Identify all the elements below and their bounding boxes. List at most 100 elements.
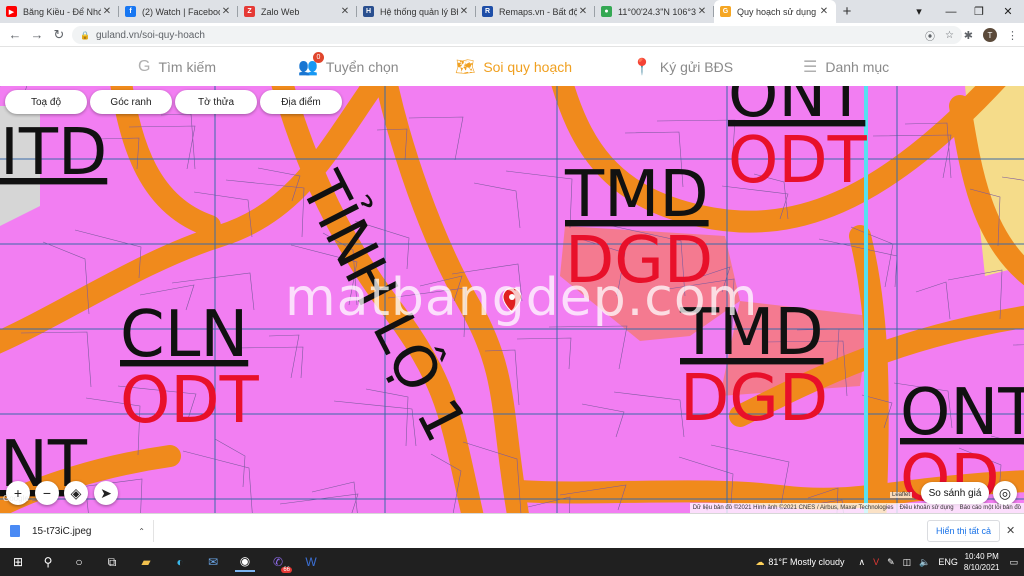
viber-badge: 66 [281, 567, 292, 573]
profile-avatar[interactable]: T [983, 28, 997, 42]
zone-code-label: ONT [900, 376, 1024, 450]
tab-list: ▶Băng Kiều - Để Nhớ M✕f(2) Watch | Faceb… [0, 0, 836, 23]
network-icon[interactable]: ◫ [903, 557, 912, 568]
download-filename: 15-t73iC.jpeg [32, 525, 92, 537]
viber-icon[interactable]: ✆ 66 [268, 552, 292, 573]
nav-item-label: Ký gửi BĐS [659, 59, 734, 75]
edge-icon[interactable]: ◐ [170, 552, 190, 572]
back-icon[interactable]: ← [4, 24, 26, 46]
language-indicator[interactable]: ENG [938, 557, 958, 567]
close-download-bar-icon[interactable]: ✕ [1006, 524, 1015, 537]
layers-icon[interactable]: ◈ [64, 481, 88, 505]
tab-title: Hệ thống quản lý BĐS [380, 6, 458, 17]
zoom-out-button[interactable]: − [35, 481, 59, 505]
nav-item-map-search[interactable]: 🗺 Soi quy hoạch [455, 48, 572, 86]
menu-icon: ☰ [803, 59, 818, 76]
tab-favicon-icon: R [482, 6, 493, 17]
minimize-icon[interactable]: — [937, 0, 965, 23]
word-icon[interactable]: W [301, 552, 321, 572]
selection-count-badge: 0 [312, 52, 324, 63]
task-view-icon[interactable]: ⧉ [102, 552, 122, 572]
download-item[interactable]: 15-t73iC.jpeg ⌃ [10, 520, 154, 542]
close-tab-icon[interactable]: ✕ [818, 6, 830, 17]
nav-item-map-pin-plus[interactable]: 📍 Ký gửi BĐS [632, 48, 733, 86]
extensions-icon[interactable]: ✱ [964, 29, 973, 42]
close-tab-icon[interactable]: ✕ [577, 6, 589, 17]
nav-item-search-logo[interactable]: G Tìm kiếm [138, 48, 216, 86]
vivaldi-tray-icon[interactable]: V [873, 557, 879, 567]
tab-favicon-icon: Z [244, 6, 255, 17]
volume-icon[interactable]: 🔈 [919, 557, 930, 568]
weather-text[interactable]: 81°F Mostly cloudy [768, 557, 844, 567]
close-tab-icon[interactable]: ✕ [696, 6, 708, 17]
browser-tab[interactable]: R Remaps.vn - Bất động✕ [476, 0, 595, 23]
planning-map[interactable]: ITD ONT ODT TMD DGD TMD DGD CLN ODT ONT OD NT TỈNH L… [0, 86, 1024, 513]
close-tab-icon[interactable]: ✕ [458, 6, 470, 17]
tab-search-icon[interactable]: ▾ [905, 0, 933, 23]
address-bar[interactable]: 🔒 guland.vn/soi-quy-hoach ⦿ ☆ [72, 26, 962, 44]
clock-time: 10:40 PM [964, 552, 999, 561]
map-filter-chip[interactable]: Tờ thửa [175, 90, 257, 114]
nav-item-label: Danh mục [825, 59, 890, 75]
restore-icon[interactable]: ❐ [965, 0, 993, 23]
leaflet-credit[interactable]: Leaflet [890, 492, 913, 498]
users-icon: 👥 0 [298, 52, 324, 77]
forward-icon[interactable]: → [26, 24, 48, 46]
browser-menu-icon[interactable]: ⋮ [1007, 29, 1018, 42]
close-tab-icon[interactable]: ✕ [339, 6, 351, 17]
chrome-icon[interactable]: ◉ [235, 552, 255, 572]
zone-code-label: ODT [728, 124, 868, 198]
reload-icon[interactable]: ↻ [48, 24, 70, 46]
location-icon[interactable]: ⦿ [925, 28, 935, 43]
file-explorer-icon[interactable]: ▰ [136, 552, 156, 572]
close-window-icon[interactable]: ✕ [994, 0, 1022, 23]
tab-title: 11°00'24.3"N 106°31' [618, 6, 696, 17]
terms-link[interactable]: Điều khoản sử dụng [900, 505, 954, 511]
browser-tab[interactable]: ● 11°00'24.3"N 106°31' ✕ [595, 0, 714, 23]
report-link[interactable]: Báo cáo một lỗi bản đồ [960, 505, 1021, 511]
map-pin-plus-icon: 📍 [632, 59, 652, 76]
windows-start-icon[interactable]: ⊞ [8, 552, 28, 572]
chevron-up-icon[interactable]: ⌃ [138, 527, 145, 536]
locate-me-icon[interactable]: ◎ [993, 481, 1017, 505]
url-text: guland.vn/soi-quy-hoach [95, 29, 205, 41]
address-row: ← → ↻ 🔒 guland.vn/soi-quy-hoach ⦿ ☆ ✱ T … [0, 23, 1024, 47]
browser-tab[interactable]: G Quy hoạch sử dụng đ ✕ [714, 0, 836, 23]
search-icon[interactable]: ⚲ [38, 552, 58, 572]
nav-item-menu[interactable]: ☰ Danh mục [803, 48, 889, 86]
tab-title: Quy hoạch sử dụng đ [737, 6, 818, 17]
bookmark-star-icon[interactable]: ☆ [945, 30, 954, 41]
map-filter-chip[interactable]: Toạ độ [5, 90, 87, 114]
map-filter-chip[interactable]: Góc ranh [90, 90, 172, 114]
close-tab-icon[interactable]: ✕ [220, 6, 232, 17]
browser-tab[interactable]: f (2) Watch | Facebook ✕ [119, 0, 238, 23]
lock-icon[interactable]: 🔒 [80, 31, 90, 40]
nav-item-label: Tìm kiếm [158, 59, 217, 75]
map-attribution: Dữ liệu bản đồ ©2021 Hình ảnh ©2021 CNES… [689, 503, 1024, 513]
mail-icon[interactable]: ✉ [203, 552, 223, 572]
zone-code-label: ITD [0, 116, 107, 190]
compare-price-button[interactable]: So sánh giá [921, 482, 989, 504]
browser-tab[interactable]: ▶ Băng Kiều - Để Nhớ M✕ [0, 0, 119, 23]
nav-item-label: Tuyển chọn [325, 59, 399, 75]
show-all-button[interactable]: Hiển thị tất cả [927, 520, 1000, 542]
nav-item-users[interactable]: 👥 0 Tuyển chọn [298, 48, 399, 86]
tab-favicon-icon: G [720, 6, 731, 17]
zone-code-label: TMD [564, 158, 709, 232]
system-clock[interactable]: 10:40 PM 8/10/2021 [964, 551, 1000, 573]
map-filter-chip[interactable]: Địa điểm [260, 90, 342, 114]
zone-code-label: DGD [680, 362, 828, 436]
search-logo-icon: G [138, 58, 151, 75]
weather-icon[interactable]: ☁ [755, 557, 764, 568]
close-tab-icon[interactable]: ✕ [101, 6, 113, 17]
tab-title: Zalo Web [261, 6, 300, 17]
browser-tab[interactable]: H Hệ thống quản lý BĐS✕ [357, 0, 476, 23]
tray-chevron-icon[interactable]: ∧ [858, 557, 865, 568]
pen-tray-icon[interactable]: ✎ [887, 557, 895, 568]
browser-tab[interactable]: Z Zalo Web ✕ [238, 0, 357, 23]
cortana-icon[interactable]: ○ [69, 552, 89, 572]
new-tab-button[interactable]: + [836, 0, 858, 23]
zone-code-label: CLN [120, 298, 248, 372]
directions-icon[interactable]: ➤ [94, 481, 118, 505]
notifications-icon[interactable]: ▭ [1009, 557, 1018, 568]
